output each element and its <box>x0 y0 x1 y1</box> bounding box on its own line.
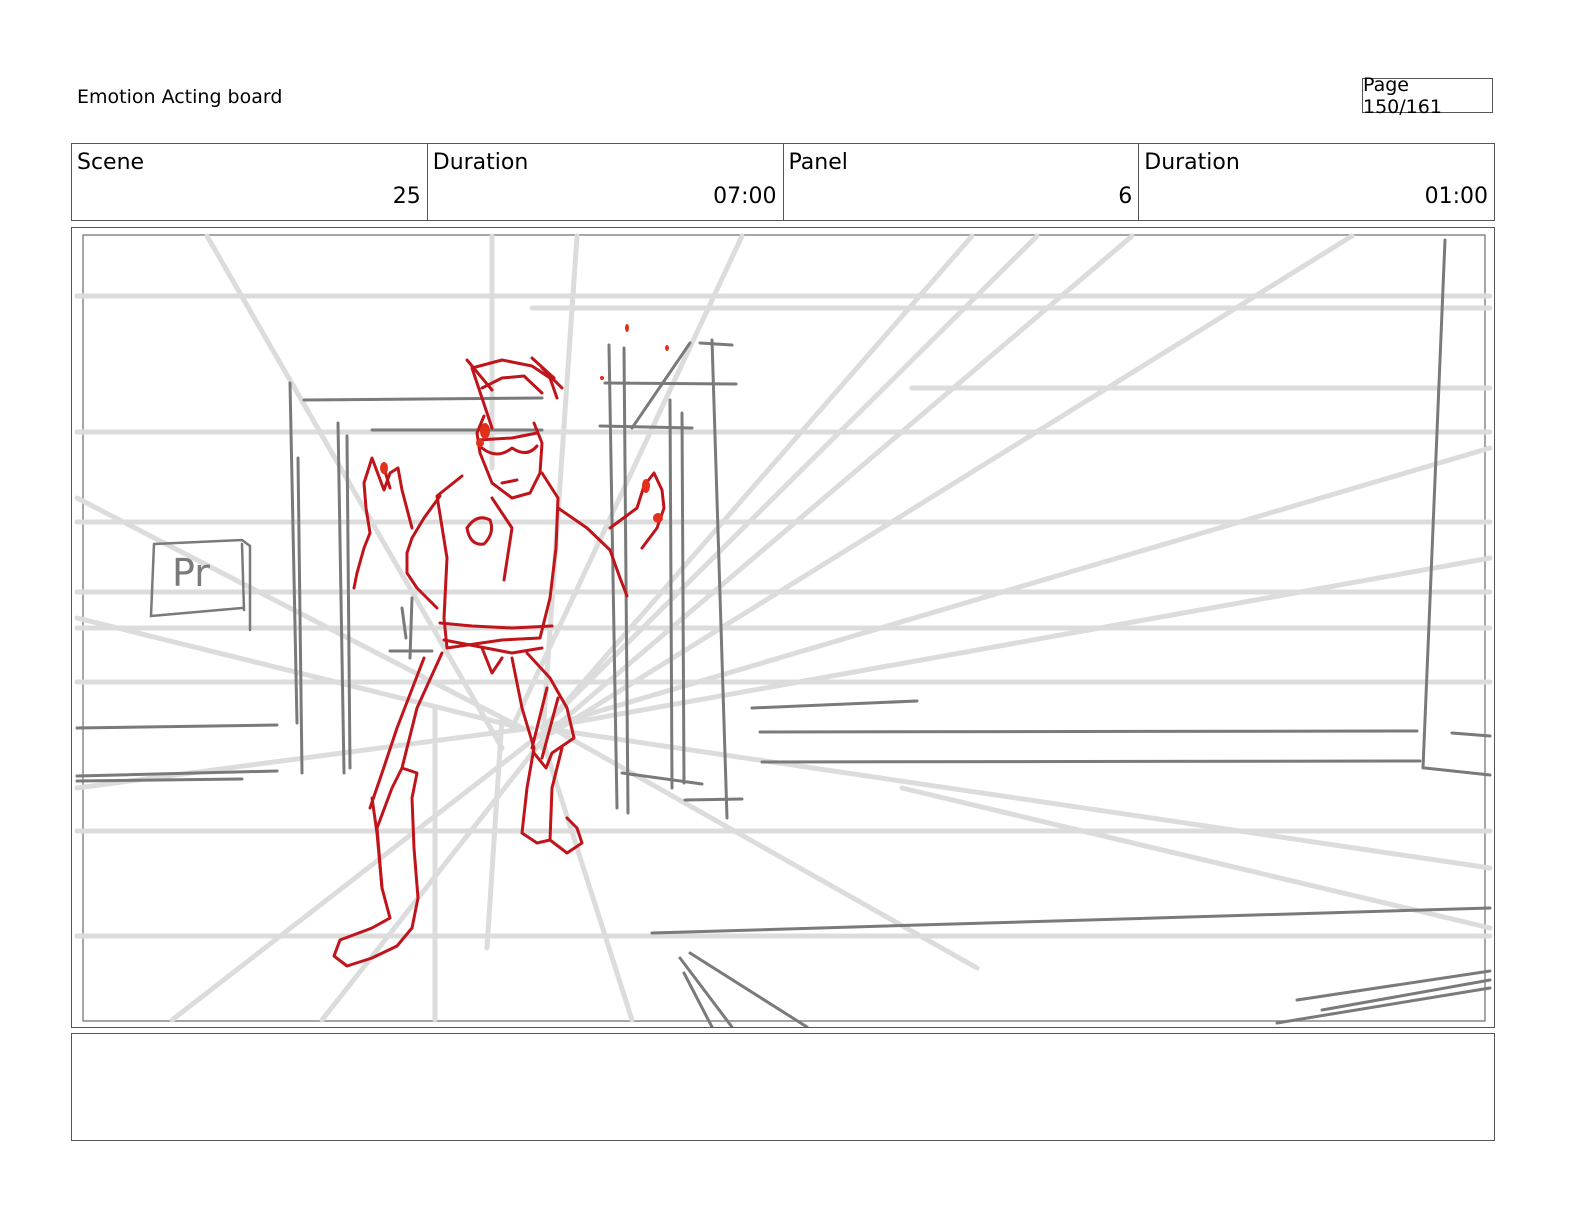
wall-sign-text: Pr <box>172 551 210 595</box>
panel-duration-cell: Duration 01:00 <box>1139 144 1494 220</box>
board-title: Emotion Acting board <box>77 86 283 108</box>
scene-duration-value: 07:00 <box>713 184 777 209</box>
notes-box <box>71 1033 1495 1141</box>
panel-duration-label: Duration <box>1144 150 1240 175</box>
storyboard-panel: Pr <box>71 227 1495 1028</box>
panel-value: 6 <box>1118 184 1133 209</box>
scene-duration-cell: Duration 07:00 <box>428 144 784 220</box>
panel-duration-value: 01:00 <box>1424 184 1488 209</box>
storyboard-sketch: Pr <box>74 233 1493 1027</box>
scene-duration-label: Duration <box>432 150 529 175</box>
panel-cell: Panel 6 <box>784 144 1140 220</box>
page-number: Page 150/161 <box>1362 74 1493 118</box>
panel-label: Panel <box>788 150 848 175</box>
scene-value: 25 <box>392 184 421 209</box>
scene-info-table: Scene 25 Duration 07:00 Panel 6 Duration… <box>71 143 1495 221</box>
background-sketch <box>75 238 1492 1027</box>
scene-label: Scene <box>77 150 145 175</box>
perspective-guides <box>74 233 1493 1023</box>
scene-cell: Scene 25 <box>72 144 428 220</box>
